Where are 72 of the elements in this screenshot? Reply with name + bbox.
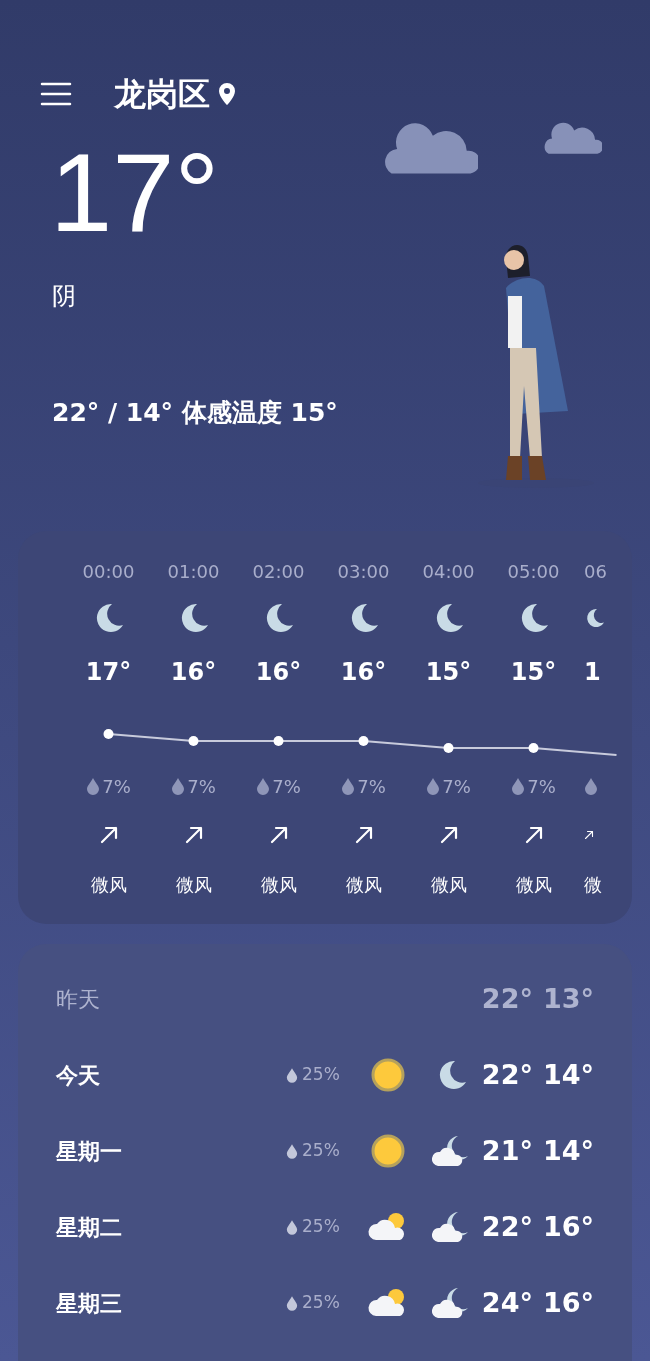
wind-strength: 微风 xyxy=(430,873,467,897)
precipitation-chance: 7% xyxy=(442,774,471,799)
temperature-range: 22° / 14° 体感温度 15° xyxy=(52,397,338,429)
precipitation-chance: 7% xyxy=(102,774,131,799)
day-label: 星期一 xyxy=(56,1137,123,1166)
low-temperature: 14° xyxy=(542,1057,594,1092)
hour-time: 01:00 xyxy=(167,560,220,584)
raindrop-icon xyxy=(286,1143,298,1159)
wind-direction-arrow-icon xyxy=(353,825,374,845)
high-temperature: 22° xyxy=(481,1209,533,1244)
hour-time: 05:00 xyxy=(507,560,560,584)
day-label: 昨天 xyxy=(56,985,101,1014)
hour-temperature: 16° xyxy=(170,657,217,688)
raindrop-icon xyxy=(286,1219,298,1235)
precipitation-chance: 7% xyxy=(357,774,386,799)
raindrop-icon xyxy=(511,777,526,795)
wind-strength: 微风 xyxy=(90,873,127,897)
day-label: 星期三 xyxy=(56,1289,123,1318)
hour-temperature: 17° xyxy=(85,657,132,688)
hour-temperature: 16° xyxy=(340,657,387,688)
cloud-drawing xyxy=(544,122,602,154)
low-temperature: 14° xyxy=(542,1133,594,1168)
hour-temperature: 15° xyxy=(510,657,557,688)
wind-direction-arrow-icon xyxy=(183,825,204,845)
precipitation-chance: 25% xyxy=(302,1215,340,1239)
location-title: 龙岗区 xyxy=(114,74,210,115)
sun-icon xyxy=(370,1133,406,1169)
raindrop-icon xyxy=(171,777,186,795)
raindrop-icon xyxy=(86,777,101,795)
wind-strength: 微风 xyxy=(515,873,552,897)
low-temperature: 16° xyxy=(542,1209,594,1244)
hour-temperature: 1 xyxy=(584,657,601,688)
raindrop-icon xyxy=(256,777,271,795)
sun-icon xyxy=(370,1057,406,1093)
high-temperature: 24° xyxy=(481,1285,533,1320)
raindrop-icon xyxy=(286,1067,298,1083)
precipitation-chance: 25% xyxy=(302,1291,340,1315)
wind-direction-arrow-icon xyxy=(268,825,289,845)
raindrop-icon xyxy=(341,777,356,795)
precipitation-chance: 7% xyxy=(527,774,556,799)
location-pin-icon xyxy=(218,82,236,106)
high-temperature: 22° xyxy=(481,981,533,1016)
raindrop-icon xyxy=(426,777,441,795)
raindrop-icon xyxy=(584,777,598,795)
precipitation-chance: 7% xyxy=(272,774,301,799)
menu-icon[interactable] xyxy=(40,82,72,106)
low-temperature: 16° xyxy=(542,1285,594,1320)
low-temperature: 13° xyxy=(542,981,594,1016)
hour-time: 03:00 xyxy=(337,560,390,584)
current-temperature: 17° xyxy=(50,129,221,257)
hour-time: 02:00 xyxy=(252,560,305,584)
wind-strength: 微风 xyxy=(175,873,212,897)
precipitation-chance: 7% xyxy=(187,774,216,799)
wind-direction-arrow-icon xyxy=(438,825,459,845)
wind-strength: 微风 xyxy=(345,873,382,897)
precipitation-chance: 25% xyxy=(302,1063,340,1087)
hour-temperature: 15° xyxy=(425,657,472,688)
high-temperature: 22° xyxy=(481,1057,533,1092)
wind-direction-arrow-icon xyxy=(523,825,544,845)
wind-strength: 微 xyxy=(584,873,602,897)
day-label: 星期二 xyxy=(56,1213,123,1242)
hour-temperature: 16° xyxy=(255,657,302,688)
hour-time: 04:00 xyxy=(422,560,475,584)
raindrop-icon xyxy=(286,1295,298,1311)
wind-direction-arrow-icon xyxy=(98,825,119,845)
day-label: 今天 xyxy=(56,1061,101,1090)
weather-condition: 阴 xyxy=(52,281,77,312)
precipitation-chance: 25% xyxy=(302,1139,340,1163)
high-temperature: 21° xyxy=(481,1133,533,1168)
hour-time: 06 xyxy=(584,560,607,584)
wind-strength: 微风 xyxy=(260,873,297,897)
hour-time: 00:00 xyxy=(82,560,135,584)
